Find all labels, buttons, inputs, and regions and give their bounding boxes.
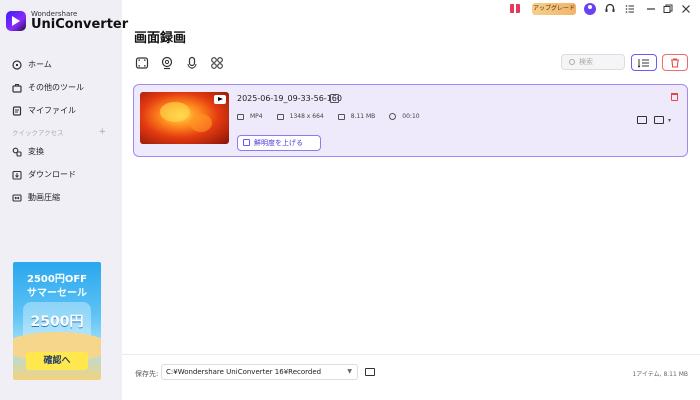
search-placeholder: 検索 bbox=[579, 58, 593, 66]
quick-access-add-button[interactable]: + bbox=[98, 127, 106, 137]
download-icon bbox=[12, 170, 22, 180]
record-mode-toolbar bbox=[135, 56, 235, 70]
resolution-icon bbox=[276, 113, 284, 120]
toolbox-icon bbox=[12, 83, 22, 93]
edit-icon[interactable] bbox=[330, 94, 339, 103]
sidebar-item-label: ホーム bbox=[28, 60, 52, 69]
sidebar-item-label: 動画圧縮 bbox=[28, 193, 60, 202]
sidebar-item-label: マイファイル bbox=[28, 106, 76, 115]
close-icon[interactable] bbox=[680, 2, 692, 16]
file-name: 2025-06-19_09-33-56-160 bbox=[237, 94, 342, 103]
restore-icon[interactable] bbox=[662, 2, 674, 16]
thumbnail-flame bbox=[160, 102, 190, 122]
quick-access-label: クイックアクセス bbox=[12, 129, 64, 137]
avatar[interactable] bbox=[584, 3, 596, 15]
chevron-down-icon[interactable]: ▾ bbox=[668, 117, 671, 124]
enhance-icon bbox=[243, 139, 250, 146]
search-icon bbox=[569, 59, 575, 65]
headset-icon[interactable] bbox=[604, 2, 616, 16]
play-icon[interactable] bbox=[214, 95, 226, 104]
sidebar-nav: ホーム その他のツール マイファイル クイックアクセス + 変換 ダウンロード … bbox=[12, 53, 112, 209]
file-duration: 00:10 bbox=[402, 113, 420, 120]
trash-icon bbox=[671, 58, 679, 68]
brand: Wondershare UniConverter bbox=[6, 10, 128, 32]
search-input[interactable]: 検索 bbox=[561, 54, 625, 70]
sidebar-item-convert[interactable]: 変換 bbox=[12, 140, 112, 163]
summer-sale-banner[interactable]: 2500円OFF サマーセール 2500円 確認へ bbox=[13, 262, 101, 380]
sidebar: Wondershare UniConverter ホーム その他のツール マイフ… bbox=[0, 0, 128, 400]
sidebar-item-compress[interactable]: 動画圧縮 bbox=[12, 186, 112, 209]
footer-bar: 保存先: C:¥Wondershare UniConverter 16¥Reco… bbox=[122, 354, 700, 400]
convert-icon bbox=[12, 147, 22, 157]
save-path-value: C:¥Wondershare UniConverter 16¥Recorded bbox=[166, 368, 322, 376]
sidebar-item-label: 変換 bbox=[28, 147, 44, 156]
delete-item-icon[interactable] bbox=[671, 93, 678, 101]
apps-grid-icon[interactable] bbox=[210, 56, 224, 70]
uniconverter-logo-icon bbox=[6, 11, 26, 31]
list-view-button[interactable] bbox=[631, 54, 657, 71]
file-meta: MP4 1348 x 664 8.11 MB 00:10 bbox=[237, 113, 434, 120]
file-size: 8.11 MB bbox=[350, 113, 376, 120]
promo-confirm-button[interactable]: 確認へ bbox=[26, 352, 88, 370]
enhance-label: 鮮明度を上げる bbox=[254, 139, 303, 147]
promo-badge: 2500円 bbox=[30, 314, 84, 330]
screen-record-icon[interactable] bbox=[135, 56, 149, 70]
enhance-clarity-button[interactable]: 鮮明度を上げる bbox=[237, 135, 321, 151]
list-icon bbox=[637, 59, 649, 68]
webcam-icon[interactable] bbox=[160, 56, 174, 70]
file-size-icon bbox=[337, 113, 345, 120]
page-title: 画面録画 bbox=[134, 31, 187, 46]
video-thumbnail[interactable] bbox=[140, 92, 229, 144]
files-icon bbox=[12, 105, 22, 116]
quick-access-header: クイックアクセス + bbox=[12, 124, 112, 140]
file-resolution: 1348 x 664 bbox=[289, 113, 324, 120]
open-folder-icon[interactable] bbox=[637, 116, 647, 124]
sidebar-item-home[interactable]: ホーム bbox=[12, 53, 112, 76]
menu-icon[interactable] bbox=[624, 2, 636, 16]
save-location-label: 保存先: bbox=[135, 370, 159, 378]
open-folder-icon[interactable] bbox=[365, 368, 375, 376]
sidebar-item-download[interactable]: ダウンロード bbox=[12, 163, 112, 186]
sidebar-item-tools[interactable]: その他のツール bbox=[12, 76, 112, 99]
sidebar-item-label: その他のツール bbox=[28, 83, 84, 92]
file-format: MP4 bbox=[250, 113, 263, 120]
minimize-icon[interactable] bbox=[645, 2, 657, 16]
promo-headline: 2500円OFF bbox=[27, 274, 87, 285]
video-format-icon bbox=[237, 113, 244, 120]
gift-icon[interactable] bbox=[510, 4, 520, 13]
sidebar-item-myfiles[interactable]: マイファイル bbox=[12, 99, 112, 122]
recording-item[interactable]: 2025-06-19_09-33-56-160 MP4 1348 x 664 8… bbox=[133, 84, 688, 157]
compress-icon bbox=[12, 193, 22, 202]
sidebar-item-label: ダウンロード bbox=[28, 170, 76, 179]
item-count-info: 1アイテム, 8.11 MB bbox=[632, 371, 688, 378]
delete-all-button[interactable] bbox=[662, 54, 688, 71]
home-icon bbox=[12, 59, 22, 70]
audio-record-icon[interactable] bbox=[185, 56, 199, 70]
upgrade-button[interactable]: アップグレード bbox=[532, 3, 576, 15]
brand-name: UniConverter bbox=[31, 17, 129, 32]
chevron-down-icon[interactable]: ▼ bbox=[347, 365, 352, 379]
save-path-select[interactable]: C:¥Wondershare UniConverter 16¥Recorded … bbox=[161, 364, 358, 380]
thumbnail-flame bbox=[190, 114, 212, 132]
share-screen-icon[interactable] bbox=[654, 116, 664, 124]
clock-icon bbox=[389, 113, 397, 120]
promo-subline: サマーセール bbox=[27, 288, 87, 299]
